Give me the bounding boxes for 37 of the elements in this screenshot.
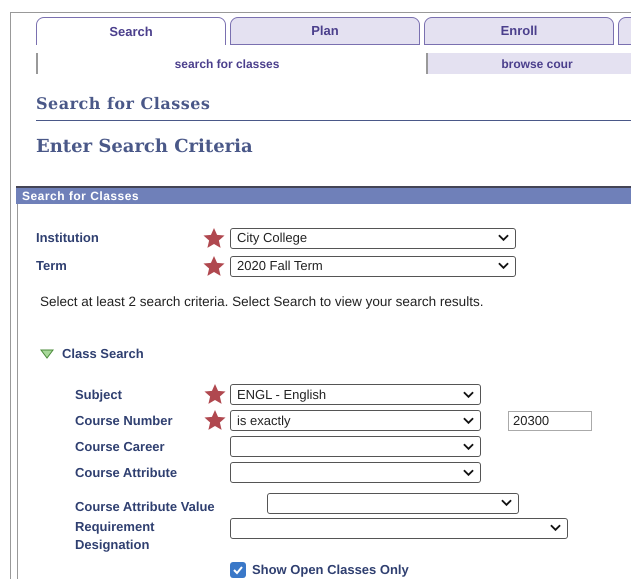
chevron-down-icon: [501, 499, 512, 508]
page-title: Search for Classes: [36, 93, 212, 115]
tab[interactable]: Enroll: [424, 17, 614, 45]
dropdown-field[interactable]: 2020 Fall Term: [230, 256, 516, 276]
dropdown-field[interactable]: City College: [230, 228, 516, 248]
field-label: Course Career: [75, 438, 166, 456]
chevron-down-icon: [463, 390, 474, 399]
section-title[interactable]: Class Search: [62, 344, 144, 364]
chevron-down-icon: [463, 468, 474, 477]
chevron-down-icon: [463, 442, 474, 451]
tab[interactable]: Plan: [230, 17, 420, 45]
tab[interactable]: Search: [36, 17, 226, 45]
dropdown-field[interactable]: [230, 518, 568, 539]
checkbox-label: Show Open Classes Only: [252, 560, 409, 579]
field-label: Requirement Designation: [75, 518, 156, 554]
dropdown-field[interactable]: [267, 492, 519, 514]
field-label: Course Attribute: [75, 464, 178, 482]
dropdown-field[interactable]: ENGL - English: [230, 384, 481, 406]
dropdown-field[interactable]: is exactly: [230, 410, 481, 432]
instructions-text: Select at least 2 search criteria. Select Search to view your search results.: [40, 293, 484, 311]
course-number-input[interactable]: 20300: [508, 410, 592, 431]
chevron-down-icon: [463, 416, 474, 425]
field-label: Course Attribute Value: [75, 498, 216, 516]
field-label: Subject: [75, 386, 123, 404]
field-label: Institution: [36, 229, 100, 248]
chevron-down-icon: [498, 234, 509, 242]
chevron-down-icon: [498, 262, 509, 270]
page-subtitle: Enter Search Criteria: [36, 135, 254, 159]
field-label: Term: [36, 257, 68, 276]
chevron-down-icon: [550, 524, 561, 532]
field-label: Course Number: [75, 412, 174, 430]
checkmark-icon: [232, 564, 244, 576]
dropdown-field[interactable]: [230, 436, 481, 458]
subtab[interactable]: browse cour: [426, 53, 631, 74]
section-header: Search for Classes: [16, 186, 631, 204]
checkbox[interactable]: [230, 562, 246, 578]
dropdown-field[interactable]: [230, 462, 481, 484]
